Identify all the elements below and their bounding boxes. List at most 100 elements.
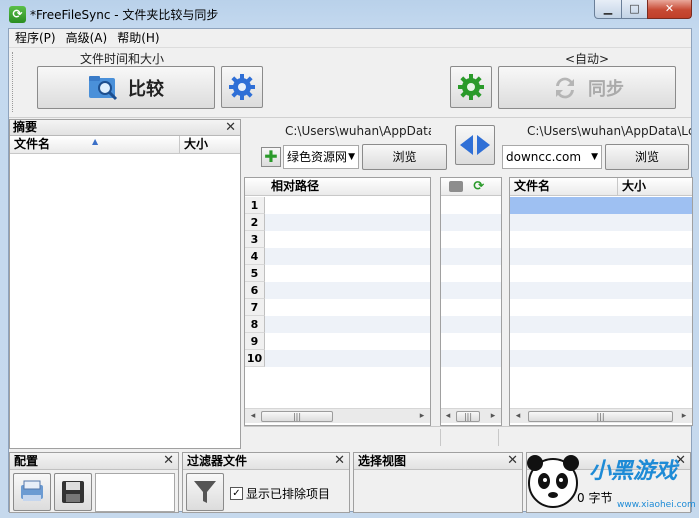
- row-number: 4: [245, 248, 265, 265]
- right-path-label: C:\Users\wuhan\AppData\Lc: [527, 124, 691, 138]
- right-col-filename[interactable]: 文件名: [510, 178, 618, 196]
- table-row[interactable]: [441, 214, 501, 231]
- sync-icon: ⟳: [9, 6, 26, 23]
- summary-col-size[interactable]: 大小: [180, 136, 240, 154]
- middle-hscrollbar[interactable]: ◂ ||| ▸: [441, 408, 501, 423]
- app-window: ⟳ *FreeFileSync - 文件夹比较与同步 ▁ □ ✕ 程序(P) 高…: [0, 0, 699, 518]
- camera-icon[interactable]: [449, 181, 463, 192]
- config-list[interactable]: [95, 473, 175, 512]
- row-number: 1: [245, 197, 265, 214]
- table-row[interactable]: [441, 333, 501, 350]
- table-row[interactable]: [510, 350, 692, 367]
- table-row[interactable]: [245, 265, 430, 282]
- table-row[interactable]: [510, 333, 692, 350]
- left-browse-button[interactable]: 浏览: [362, 144, 447, 170]
- table-row[interactable]: [245, 333, 430, 350]
- watermark-url: www.xiaohei.com: [617, 500, 696, 510]
- compare-button[interactable]: 比较: [37, 66, 215, 109]
- swap-sides-button[interactable]: [455, 125, 495, 165]
- close-icon[interactable]: ✕: [163, 453, 174, 468]
- sync-button[interactable]: 同步: [498, 66, 676, 109]
- right-col-size[interactable]: 大小: [618, 178, 692, 196]
- close-icon[interactable]: ✕: [507, 453, 518, 468]
- left-folder-combo[interactable]: 绿色资源网 ▼: [283, 145, 359, 169]
- save-config-button[interactable]: [54, 473, 92, 511]
- row-number: 7: [245, 299, 265, 316]
- table-row[interactable]: [510, 197, 692, 214]
- status-bar: [244, 426, 691, 448]
- left-hscrollbar[interactable]: ◂ ||| ▸: [245, 408, 430, 423]
- row-number: 5: [245, 265, 265, 282]
- plus-icon: ✚: [264, 147, 278, 166]
- table-row[interactable]: [441, 197, 501, 214]
- table-row[interactable]: [245, 214, 430, 231]
- filter-button[interactable]: [186, 473, 224, 511]
- add-folder-pair-button[interactable]: ✚: [261, 147, 281, 167]
- left-folder-bar: C:\Users\wuhan\AppData\Lc ✚ 绿色资源网 ▼ 浏览: [244, 119, 447, 174]
- open-config-icon: [21, 480, 43, 501]
- menu-help[interactable]: 帮助(H): [113, 29, 163, 48]
- table-row[interactable]: [441, 282, 501, 299]
- table-row[interactable]: [245, 197, 430, 214]
- table-row[interactable]: [441, 299, 501, 316]
- right-hscrollbar[interactable]: ◂ ||| ▸: [510, 408, 692, 423]
- view-panel: 选择视图 ✕: [353, 452, 523, 513]
- minimize-button[interactable]: ▁: [594, 0, 622, 19]
- menu-advanced[interactable]: 高级(A): [62, 29, 112, 48]
- scroll-thumb[interactable]: |||: [528, 411, 673, 422]
- row-number: 9: [245, 333, 265, 350]
- menu-program[interactable]: 程序(P): [11, 29, 60, 48]
- scroll-right-icon[interactable]: ▸: [416, 410, 428, 422]
- right-folder-combo[interactable]: downcc.com ▼: [502, 145, 602, 169]
- table-row[interactable]: [510, 248, 692, 265]
- scroll-thumb[interactable]: |||: [456, 411, 480, 422]
- scroll-thumb[interactable]: |||: [261, 411, 333, 422]
- left-combo-value: 绿色资源网: [287, 150, 348, 164]
- table-row[interactable]: [441, 316, 501, 333]
- gear-icon: [229, 74, 255, 100]
- config-panel: 配置 ✕: [9, 452, 179, 513]
- sync-icon[interactable]: ⟳: [473, 179, 484, 194]
- table-row[interactable]: [510, 316, 692, 333]
- table-row[interactable]: [441, 231, 501, 248]
- gear-icon: [458, 74, 484, 100]
- scroll-right-icon[interactable]: ▸: [678, 410, 690, 422]
- chevron-down-icon: ▼: [348, 152, 355, 162]
- close-button[interactable]: ✕: [647, 0, 692, 19]
- compare-settings-button[interactable]: [221, 66, 263, 108]
- table-row[interactable]: [510, 265, 692, 282]
- close-icon[interactable]: ✕: [225, 120, 236, 135]
- table-row[interactable]: [510, 214, 692, 231]
- left-col-relpath[interactable]: 相对路径: [245, 178, 430, 196]
- scroll-left-icon[interactable]: ◂: [442, 410, 454, 422]
- table-row[interactable]: [441, 350, 501, 367]
- sync-settings-button[interactable]: [450, 66, 492, 108]
- scroll-right-icon[interactable]: ▸: [487, 410, 499, 422]
- table-row[interactable]: [245, 350, 430, 367]
- table-row[interactable]: [510, 231, 692, 248]
- table-row[interactable]: [441, 265, 501, 282]
- status-divider: [440, 429, 441, 446]
- scroll-left-icon[interactable]: ◂: [247, 410, 259, 422]
- right-combo-value: downcc.com: [506, 150, 582, 164]
- table-row[interactable]: [245, 316, 430, 333]
- right-browse-button[interactable]: 浏览: [605, 144, 689, 170]
- show-excluded-checkbox[interactable]: ✓: [230, 487, 243, 500]
- scroll-left-icon[interactable]: ◂: [512, 410, 524, 422]
- close-icon[interactable]: ✕: [334, 453, 345, 468]
- table-row[interactable]: [245, 282, 430, 299]
- table-row[interactable]: [510, 299, 692, 316]
- open-config-button[interactable]: [13, 473, 51, 511]
- table-row[interactable]: [245, 299, 430, 316]
- compare-variant-label: 文件时间和大小: [80, 52, 165, 66]
- watermark-text: 小黑游戏: [589, 459, 678, 484]
- table-row[interactable]: [510, 282, 692, 299]
- floppy-disk-icon: [62, 481, 84, 503]
- filter-title: 过滤器文件: [183, 453, 349, 470]
- table-row[interactable]: [441, 248, 501, 265]
- sort-asc-icon: ▲: [92, 137, 99, 146]
- table-row[interactable]: [245, 248, 430, 265]
- maximize-button[interactable]: □: [621, 0, 648, 19]
- toolbar-grip[interactable]: [12, 52, 15, 112]
- table-row[interactable]: [245, 231, 430, 248]
